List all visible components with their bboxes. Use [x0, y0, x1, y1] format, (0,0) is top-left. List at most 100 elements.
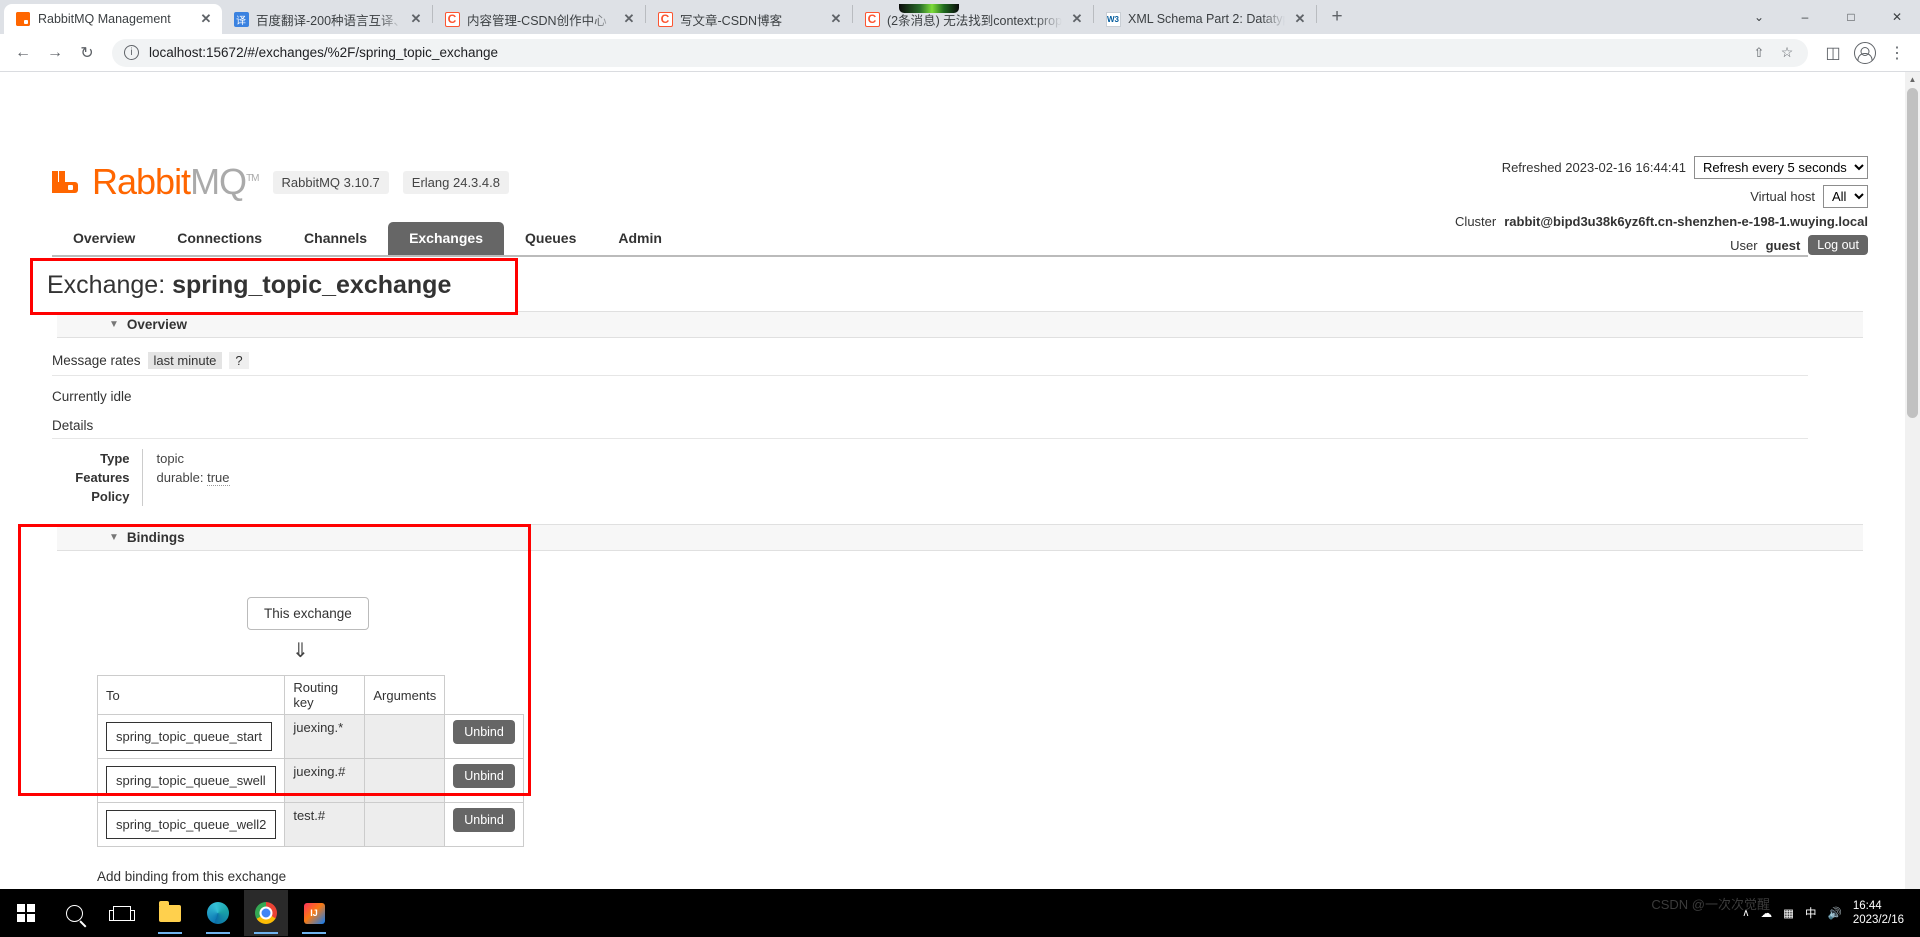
- table-row: spring_topic_queue_swell juexing.# Unbin…: [96, 758, 524, 803]
- queue-link[interactable]: spring_topic_queue_well2: [106, 810, 277, 839]
- column-header-routing-key: Routing key: [284, 675, 366, 715]
- column-header-to: To: [96, 675, 286, 715]
- browser-tab-4[interactable]: C (2条消息) 无法找到context:prop ✕: [853, 4, 1093, 34]
- close-icon[interactable]: ✕: [408, 11, 424, 27]
- page-title: Exchange: spring_topic_exchange: [47, 271, 501, 300]
- page-title-prefix: Exchange:: [47, 271, 166, 299]
- chrome-icon[interactable]: [244, 890, 288, 936]
- unbind-button[interactable]: Unbind: [453, 764, 515, 788]
- file-explorer-icon[interactable]: [148, 890, 192, 936]
- overview-section-header[interactable]: ▼ Overview: [57, 311, 1863, 338]
- queue-link[interactable]: spring_topic_queue_start: [106, 722, 272, 751]
- page-scrollbar[interactable]: ▲ ▼: [1905, 72, 1920, 910]
- profile-icon[interactable]: [1850, 38, 1880, 68]
- browser-tab-0[interactable]: RabbitMQ Management ✕: [4, 4, 222, 34]
- network-icon[interactable]: ▦: [1783, 906, 1794, 920]
- scrollbar-thumb[interactable]: [1907, 88, 1918, 418]
- help-icon[interactable]: ?: [229, 352, 249, 369]
- binding-routing-key: juexing.*: [284, 714, 366, 759]
- rabbitmq-icon: [15, 11, 31, 27]
- more-icon[interactable]: ⌄: [1736, 0, 1782, 34]
- refresh-interval-select[interactable]: Refresh every 5 seconds: [1694, 156, 1868, 179]
- nav-tab-admin[interactable]: Admin: [597, 222, 683, 255]
- site-info-icon[interactable]: i: [124, 45, 139, 60]
- chevron-down-icon: ▼: [109, 319, 119, 330]
- binding-routing-key: test.#: [284, 802, 366, 847]
- browser-tab-5[interactable]: W3 XML Schema Part 2: Datatypes ✕: [1094, 4, 1316, 34]
- tab-label: (2条消息) 无法找到context:prop: [887, 13, 1062, 28]
- task-view-icon[interactable]: [100, 890, 144, 936]
- browser-tab-3[interactable]: C 写文章-CSDN博客 ✕: [646, 4, 852, 34]
- unbind-button[interactable]: Unbind: [453, 720, 515, 744]
- close-icon[interactable]: ✕: [198, 11, 214, 27]
- nav-tab-connections[interactable]: Connections: [156, 222, 283, 255]
- page-content: Exchange: spring_topic_exchange ▼ Overvi…: [0, 258, 1920, 910]
- tab-label: 百度翻译-200种语言互译、沟通: [256, 13, 401, 28]
- vhost-select[interactable]: All: [1823, 185, 1868, 208]
- vhost-label: Virtual host: [1750, 189, 1815, 204]
- side-panel-icon[interactable]: ◫: [1818, 38, 1848, 68]
- refreshed-label: Refreshed 2023-02-16 16:44:41: [1501, 160, 1686, 175]
- browser-tab-2[interactable]: C 内容管理-CSDN创作中心 ✕: [433, 4, 645, 34]
- logo-secondary: MQ: [190, 161, 247, 202]
- tab-label: 内容管理-CSDN创作中心: [467, 13, 607, 28]
- logo-tm: TM: [246, 173, 259, 184]
- logout-button[interactable]: Log out: [1808, 235, 1868, 255]
- logo-primary: Rabbit: [92, 161, 191, 202]
- logo-wordmark: RabbitMQTM: [92, 161, 260, 202]
- queue-link[interactable]: spring_topic_queue_swell: [106, 766, 276, 795]
- search-icon[interactable]: [52, 890, 96, 936]
- nav-tab-overview[interactable]: Overview: [52, 222, 156, 255]
- close-icon[interactable]: ✕: [621, 11, 637, 27]
- w3c-icon: W3: [1105, 11, 1121, 27]
- close-icon[interactable]: ✕: [1069, 11, 1085, 27]
- close-window-button[interactable]: ✕: [1874, 0, 1920, 34]
- csdn-icon: C: [864, 11, 880, 27]
- close-icon[interactable]: ✕: [828, 11, 844, 27]
- baidu-translate-icon: 译: [233, 11, 249, 27]
- windows-start-icon[interactable]: [4, 890, 48, 936]
- bindings-section-label: Bindings: [126, 530, 185, 545]
- details-row-policy: Policy: [52, 487, 442, 506]
- browser-toolbar: ← → ↻ i localhost:15672/#/exchanges/%2F/…: [0, 34, 1920, 72]
- detail-value: durable: true: [141, 468, 442, 487]
- edge-icon[interactable]: [196, 890, 240, 936]
- bookmark-star-icon[interactable]: ☆: [1778, 44, 1796, 62]
- this-exchange-node[interactable]: This exchange: [247, 597, 369, 630]
- reload-icon[interactable]: ↻: [72, 38, 102, 68]
- minimize-button[interactable]: –: [1782, 0, 1828, 34]
- column-header-actions: [445, 676, 524, 715]
- column-header-arguments: Arguments: [364, 675, 446, 715]
- scroll-up-icon[interactable]: ▲: [1905, 72, 1920, 87]
- address-bar[interactable]: i localhost:15672/#/exchanges/%2F/spring…: [112, 38, 1808, 67]
- detail-key: Features: [75, 470, 130, 485]
- close-icon[interactable]: ✕: [1292, 11, 1308, 27]
- overview-body: Message rates last minute ? Currently id…: [0, 352, 1920, 506]
- chrome-menu-icon[interactable]: ⋮: [1882, 38, 1912, 68]
- forward-icon[interactable]: →: [40, 38, 70, 68]
- share-icon[interactable]: ⇧: [1750, 44, 1768, 62]
- binding-action-cell: Unbind: [444, 802, 524, 847]
- rabbitmq-logo[interactable]: RabbitMQTM RabbitMQ 3.10.7 Erlang 24.3.4…: [52, 164, 509, 200]
- nav-tab-queues[interactable]: Queues: [504, 222, 597, 255]
- binding-arguments: [364, 714, 446, 759]
- bindings-header-row: To Routing key Arguments: [96, 675, 524, 715]
- tab-label: XML Schema Part 2: Datatypes: [1128, 12, 1285, 26]
- unbind-button[interactable]: Unbind: [453, 808, 515, 832]
- nav-tab-channels[interactable]: Channels: [283, 222, 388, 255]
- maximize-button[interactable]: □: [1828, 0, 1874, 34]
- binding-action-cell: Unbind: [444, 758, 524, 803]
- clock-time: 16:44: [1852, 899, 1882, 912]
- overview-section-label: Overview: [126, 317, 187, 332]
- browser-tab-1[interactable]: 译 百度翻译-200种语言互译、沟通 ✕: [222, 4, 432, 34]
- new-tab-button[interactable]: +: [1323, 3, 1351, 31]
- ime-indicator[interactable]: 中: [1805, 905, 1817, 921]
- message-rates-period[interactable]: last minute: [147, 352, 223, 369]
- intellij-idea-icon[interactable]: [292, 890, 336, 936]
- nav-tab-exchanges[interactable]: Exchanges: [388, 222, 504, 255]
- taskbar-clock[interactable]: 16:44 2023/2/16: [1853, 899, 1910, 928]
- add-binding-heading: Add binding from this exchange: [97, 869, 287, 884]
- volume-icon[interactable]: 🔊: [1828, 906, 1842, 920]
- bindings-section-header[interactable]: ▼ Bindings: [57, 524, 1863, 551]
- back-icon[interactable]: ←: [8, 38, 38, 68]
